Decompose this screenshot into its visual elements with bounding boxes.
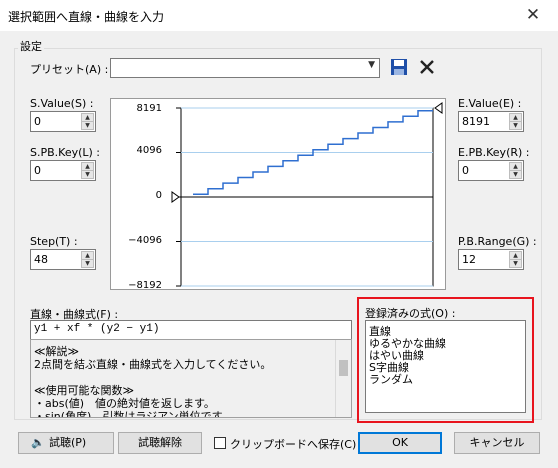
description-line: ・sin(角度) 引数はラジアン単位です xyxy=(34,410,223,418)
ok-button[interactable]: OK xyxy=(358,432,442,454)
audition-label: 試聴(P) xyxy=(49,436,87,449)
plot-area xyxy=(171,102,443,287)
registered-label: 登録済みの式(O) : xyxy=(365,307,456,320)
formula-input[interactable]: y1 + xf * (y2 − y1) xyxy=(30,320,352,340)
registered-formulas-list[interactable]: 直線 ゆるやかな曲線 はやい曲線 S字曲線 ランダム xyxy=(365,320,526,413)
audition-button[interactable]: 🔈 試聴(P) xyxy=(18,432,114,454)
list-item[interactable]: ランダム xyxy=(369,371,413,387)
description-scrollbar[interactable] xyxy=(335,340,351,417)
clipboard-label: クリップボードへ保存(C) xyxy=(230,438,357,451)
end-marker xyxy=(434,102,443,114)
description-line: 2点間を結ぶ直線・曲線式を入力してください。 xyxy=(34,358,272,371)
cancel-button[interactable]: キャンセル xyxy=(454,432,540,454)
start-marker xyxy=(171,191,180,203)
audition-cancel-button[interactable]: 試聴解除 xyxy=(118,432,202,454)
description-box[interactable]: ≪解説≫ 2点間を結ぶ直線・曲線式を入力してください。 ≪使用可能な関数≫ ・a… xyxy=(30,339,352,418)
speaker-icon: 🔈 xyxy=(31,436,45,449)
scroll-thumb[interactable] xyxy=(339,360,348,376)
clipboard-checkbox[interactable] xyxy=(214,437,226,449)
